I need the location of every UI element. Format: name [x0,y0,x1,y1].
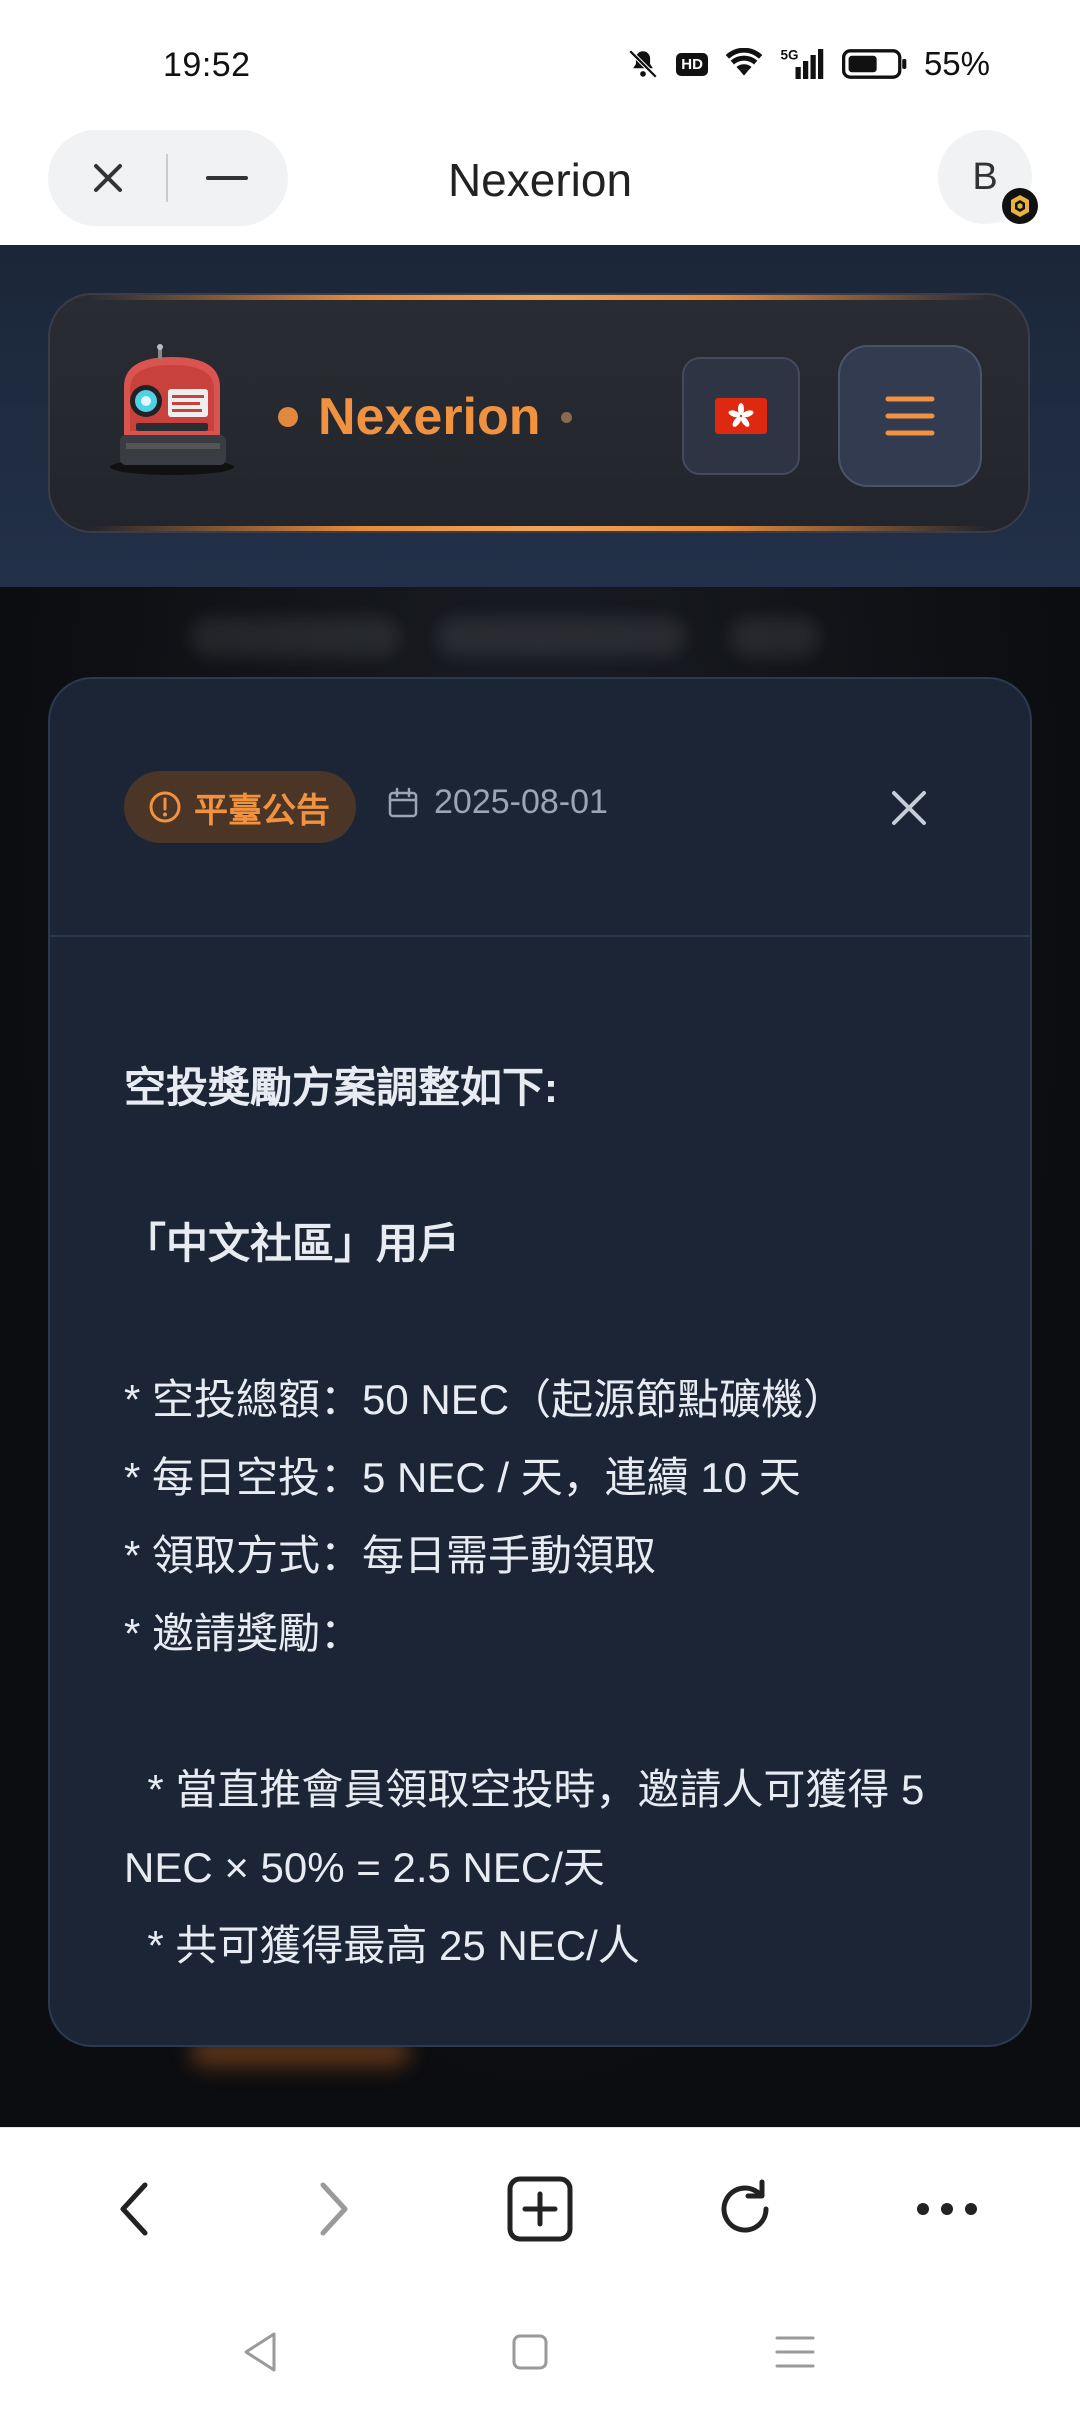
nav-card: Nexerion [48,293,1030,533]
system-nav-bar [0,2290,1080,2412]
glow-line-bottom [90,526,988,531]
forward-icon[interactable] [300,2174,370,2244]
alert-circle-icon [149,791,181,823]
wallet-badge-icon [1002,188,1038,224]
brand-name[interactable]: Nexerion [318,387,541,447]
profile-avatar-button[interactable]: B [938,130,1038,224]
browser-page-title: Nexerion [447,154,633,206]
brand: Nexerion [278,387,572,447]
sub-list-item: * 當直推會員領取空投時，邀請人可獲得 5 NEC × 50% = 2.5 NE… [124,1766,937,1891]
battery-icon [841,47,908,81]
announcement-heading: 空投獎勵方案調整如下: [124,1064,558,1111]
hamburger-menu-button[interactable] [838,345,982,487]
announcement-modal: 平臺公告 2025-08-01 空投獎勵方案調整如下: 「中文社區」用戶 * 空… [48,677,1032,2047]
profile-initial: B [972,155,998,198]
nav-home-icon[interactable] [500,2322,560,2382]
more-icon[interactable] [912,2174,982,2244]
reload-icon[interactable] [710,2174,780,2244]
site-header: Nexerion [0,245,1080,587]
list-item: * 邀請獎勵： [124,1610,363,1657]
glow-line-top [90,295,988,300]
brand-dot-left [278,407,298,427]
blurred-content [436,617,686,657]
sub-list-item: * 共可獲得最高 25 NEC/人 [124,1922,640,1969]
close-icon[interactable] [888,787,930,829]
mute-bell-icon [626,47,660,81]
announcement-date: 2025-08-01 [386,783,608,822]
nav-recents-icon[interactable] [765,2322,825,2382]
modal-header: 平臺公告 2025-08-01 [50,679,1030,937]
announcement-tag-label: 平臺公告 [194,791,330,830]
language-flag-button[interactable] [682,357,800,475]
announcement-body: 空投獎勵方案調整如下: 「中文社區」用戶 * 空投總額：50 NEC（起源節點礦… [124,1049,984,1985]
browser-bottom-bar [0,2127,1080,2291]
new-tab-icon[interactable] [505,2174,575,2244]
announcement-subheading: 「中文社區」用戶 [124,1220,461,1267]
announcement-tag: 平臺公告 [124,771,356,843]
mining-machine-logo[interactable] [100,339,240,479]
hamburger-icon [885,396,935,436]
blurred-content [730,617,820,657]
status-icons: HD 5G 55% [626,44,990,84]
hong-kong-flag-icon [715,398,767,434]
brand-dot-right [560,411,572,423]
network-label: 5G [780,48,798,63]
announcement-date-text: 2025-08-01 [434,783,608,821]
nav-back-icon[interactable] [230,2322,290,2382]
wifi-icon [724,48,764,80]
calendar-icon [388,787,418,817]
battery-percent: 55% [923,45,990,82]
status-bar: 19:52 HD 5G 55% [0,0,1080,130]
back-icon[interactable] [98,2174,168,2244]
status-time: 19:52 [163,46,251,84]
hd-icon: HD [676,52,708,76]
list-item: * 空投總額：50 NEC（起源節點礦機） [124,1376,846,1423]
browser-top-bar: Nexerion B [0,125,1080,245]
list-item: * 每日空投：5 NEC / 天，連續 10 天 [124,1454,801,1501]
list-item: * 領取方式：每日需手動領取 [124,1532,657,1579]
signal-5g-icon: 5G [780,46,826,82]
blurred-content [190,617,400,657]
